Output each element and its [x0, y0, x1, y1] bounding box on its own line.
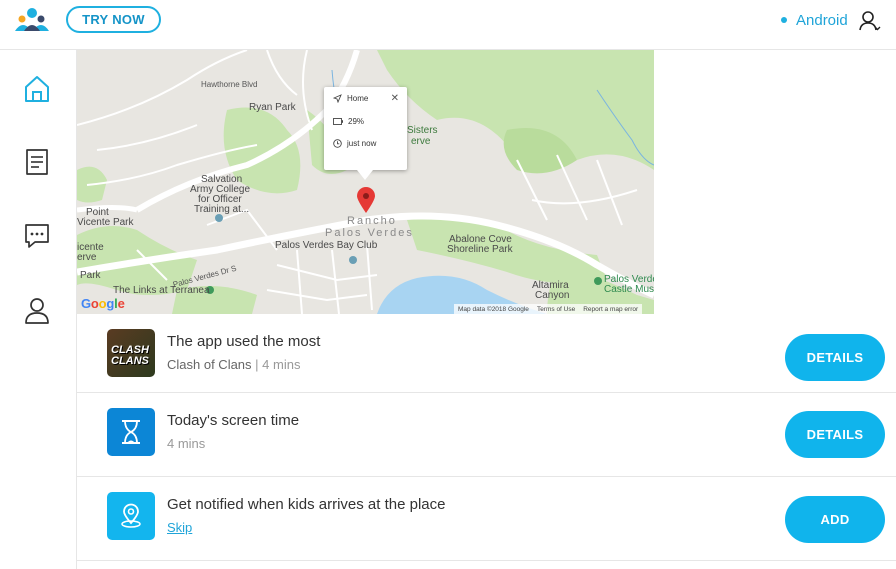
sidebar-item-messages[interactable]: [18, 217, 56, 255]
device-selector[interactable]: Android: [781, 10, 848, 30]
popup-close-button[interactable]: ✕: [391, 93, 399, 104]
battery-icon: [333, 118, 343, 125]
sidebar: [0, 50, 77, 569]
most-used-app-card: CLASH CLANS The app used the most Clash …: [77, 314, 896, 393]
place-thumbnail: [107, 492, 155, 540]
map-label: Park: [80, 270, 101, 281]
map-label: erve: [77, 252, 97, 263]
map-label: Palos Verdes Bay Club: [275, 240, 378, 251]
account-menu-icon[interactable]: [859, 10, 881, 32]
map-label: erve: [411, 136, 431, 147]
navigation-arrow-icon: [333, 94, 342, 103]
location-pin-icon: [121, 503, 141, 528]
hourglass-icon: [122, 420, 140, 444]
map-label: Shoreline Park: [447, 244, 513, 255]
usage-time: 4 mins: [262, 357, 301, 372]
app-thumbnail-text: CLASH CLANS: [111, 344, 149, 367]
card-subtitle: Skip: [167, 520, 192, 535]
card-title: Today's screen time: [167, 412, 300, 429]
device-status-dot: [781, 17, 787, 23]
clock-icon: [333, 139, 342, 148]
details-button[interactable]: DETAILS: [785, 411, 885, 458]
map-label: The Links at Terranea: [113, 285, 210, 296]
separator: |: [251, 357, 263, 372]
card-title: The app used the most: [167, 333, 321, 350]
location-map[interactable]: Hawthorne Blvd Ryan Park Sisters erve Sa…: [77, 50, 654, 314]
popup-updated: just now: [347, 139, 377, 148]
document-icon: [26, 149, 48, 175]
google-logo: Google: [81, 296, 125, 311]
map-label: Castle Muse: [604, 284, 654, 295]
map-label: Canyon: [535, 290, 570, 301]
location-popup: ✕ Home 29% just now: [324, 87, 407, 180]
screen-time-thumbnail: [107, 408, 155, 456]
popup-place: Home: [347, 94, 369, 103]
popup-battery: 29%: [348, 117, 365, 126]
place-alert-card: Get notified when kids arrives at the pl…: [77, 477, 896, 561]
sidebar-item-home[interactable]: [18, 70, 56, 108]
top-bar: TRY NOW Android: [0, 0, 896, 50]
map-label: Palos Verdes: [325, 227, 414, 239]
card-subtitle: 4 mins: [167, 436, 205, 451]
app-logo: [15, 8, 49, 31]
add-button[interactable]: ADD: [785, 496, 885, 543]
map-label: Training at...: [194, 204, 250, 215]
app-name: Clash of Clans: [167, 357, 252, 372]
terms-link[interactable]: Terms of Use: [537, 306, 575, 313]
map-attribution: Map data ©2018 Google Terms of Use Repor…: [454, 304, 643, 314]
app-thumbnail: CLASH CLANS: [107, 329, 155, 377]
sidebar-item-reports[interactable]: [18, 143, 56, 181]
profile-icon: [25, 298, 49, 324]
map-label: Ryan Park: [249, 102, 296, 113]
map-data-credit: Map data ©2018 Google: [458, 305, 529, 313]
home-icon: [25, 76, 49, 102]
screen-time-card: Today's screen time 4 mins DETAILS: [77, 393, 896, 477]
try-now-button[interactable]: TRY NOW: [66, 6, 161, 33]
map-label: Hawthorne Blvd: [201, 80, 258, 89]
chat-icon: [25, 224, 49, 248]
map-label: Rancho: [347, 215, 397, 227]
card-subtitle: Clash of Clans | 4 mins: [167, 357, 300, 372]
map-label: Sisters: [407, 125, 438, 136]
device-name: Android: [796, 11, 848, 29]
screen-time-value: 4 mins: [167, 436, 206, 451]
card-title: Get notified when kids arrives at the pl…: [167, 496, 446, 513]
skip-link[interactable]: Skip: [167, 520, 192, 535]
map-label: Vicente Park: [77, 217, 134, 228]
report-error-link[interactable]: Report a map error: [583, 306, 638, 313]
sidebar-item-profile[interactable]: [18, 292, 56, 330]
details-button[interactable]: DETAILS: [785, 334, 885, 381]
